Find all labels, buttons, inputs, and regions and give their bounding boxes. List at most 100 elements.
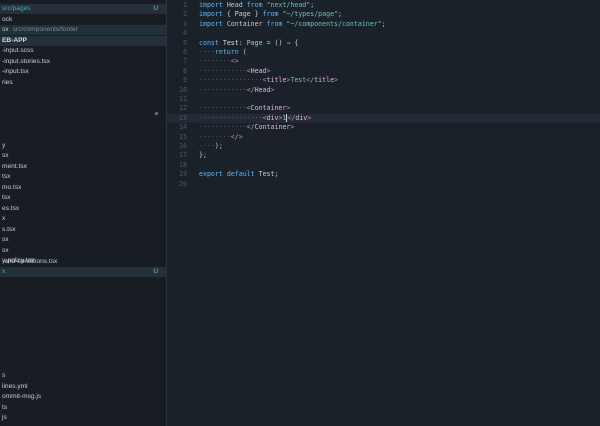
sidebar-file-label [0,131,2,138]
sidebar-file-row[interactable]: ock [0,15,166,25]
sidebar-file-row[interactable]: xU [0,267,166,277]
line-number: 11 [179,95,187,103]
code-line[interactable]: }; [199,151,207,160]
code-line[interactable]: import Head from "next/head"; [199,1,314,10]
sidebar-file-row[interactable]: es.tsx [0,204,166,214]
sidebar-file-label: -and-conditions.tsx [2,258,58,265]
code-line[interactable]: ················<title>Test</title> [199,76,338,85]
sidebar-file-label: lines.yml [2,382,28,390]
sidebar-file-row[interactable]: src/pages U [0,4,166,14]
sidebar-file-row[interactable] [0,120,166,130]
sidebar-file-label: src/pages [2,5,31,12]
sidebar-file-label: es.tsx [2,204,20,212]
sidebar-file-row[interactable]: -and-conditions.tsx [0,257,166,267]
sidebar-file-label: sx [2,152,9,159]
sidebar-file-row[interactable]: lines.yml [0,382,166,392]
sidebar-file-row[interactable] [0,99,166,109]
code-editor[interactable]: 1 import Head from "next/head"; 2 import { … [167,0,600,426]
sidebar-file-label: mo.tsx [2,183,22,191]
line-number: 1 [183,1,187,9]
code-line[interactable]: ················<div>1</div> [199,113,311,123]
sidebar-file-label: sx [2,246,9,254]
sidebar-file-row[interactable] [0,88,166,98]
code-line[interactable]: ····); [199,142,223,151]
line-number: 7 [183,57,187,66]
sidebar-file-label: tsx [2,194,11,201]
sidebar-file-label [0,121,2,128]
code-line[interactable]: ············</Head> [199,86,274,95]
sidebar-file-label: js [2,414,7,422]
line-number: 9 [183,76,187,85]
sidebar-file-label [0,89,2,96]
sidebar-file-label: -input.tsx [2,68,29,75]
sidebar-file-row[interactable]: tsx [0,193,166,203]
sidebar-file-row[interactable]: ommit-msg.js [0,392,166,402]
sidebar-file-row[interactable]: sx [0,246,166,256]
sidebar-file-label [0,100,2,107]
sidebar-file-row[interactable]: -input.scss [0,46,166,56]
line-number: 3 [183,19,187,28]
sidebar-file-row[interactable]: ment.tsx [0,162,166,172]
sidebar-file-row[interactable]: sx [0,151,166,161]
git-status-untracked-badge: U [153,5,158,12]
line-number: 16 [179,142,187,150]
sidebar-file-label: -input.scss [2,47,34,54]
sidebar-file-row[interactable]: ries [0,78,166,88]
code-line[interactable]: ············<Container> [199,104,290,113]
code-line[interactable]: ····return ( [199,48,247,57]
sidebar-file-row[interactable]: s [0,371,166,381]
sidebar-file-label: EB-APP [2,36,27,44]
sidebar-file-label [0,110,2,117]
code-line[interactable]: ············<Head> [199,67,271,76]
code-line[interactable]: ········<> [199,57,239,66]
code-line[interactable]: ········</> [199,133,243,142]
sidebar-file-row[interactable]: sx src/components/footer [0,25,166,35]
sidebar-file-row[interactable]: mo.tsx [0,183,166,193]
sidebar-file-row[interactable]: -input.stories.tsx [0,57,166,67]
sidebar-file-label: y [2,141,6,149]
line-number: 20 [179,179,187,188]
sidebar-file-label: tsx [2,173,11,180]
sidebar-file-row[interactable]: ts [0,403,166,413]
sidebar-file-label: -input.stories.tsx [2,57,51,65]
sidebar-file-row[interactable] [0,109,166,119]
line-number: 6 [183,48,187,56]
code-line[interactable]: import Container from "~/components/cont… [199,20,386,29]
code-line[interactable]: import { Page } from "~/types/page"; [199,10,342,19]
sidebar-file-label: s.tsx [2,225,16,233]
sidebar-file-label: sx [2,26,9,33]
line-number: 15 [179,132,187,141]
code-line[interactable]: ············</Container> [199,123,294,132]
sidebar-file-row[interactable]: s.tsx [0,225,166,235]
code-line[interactable]: const Test: Page = () ⇒ { [199,39,298,48]
sidebar-file-row[interactable] [0,130,166,140]
line-number: 5 [183,38,187,47]
line-number: 2 [183,10,187,19]
sidebar-file-row[interactable]: js [0,413,166,423]
line-number: 8 [183,66,187,75]
sidebar-file-label: s [2,372,6,379]
sidebar-file-row[interactable]: x [0,214,166,224]
sidebar-file-label: x [2,268,6,275]
line-number: 12 [179,104,187,113]
git-status-untracked-badge: U [153,268,158,275]
sidebar-file-label: ommit-msg.js [2,393,42,401]
sidebar-file-label: ts [2,403,8,411]
line-number: 13 [179,113,187,122]
sidebar-file-row[interactable]: -input.tsx [0,67,166,77]
file-explorer-sidebar: src/pages Uock sx src/components/footer EB-A… [0,0,167,426]
sidebar-file-label: ries [2,78,13,86]
sidebar-file-path: src/components/footer [12,26,78,33]
sidebar-file-row[interactable]: sx [0,235,166,245]
sidebar-file-row[interactable]: y [0,141,166,151]
sidebar-file-label: ock [2,15,13,23]
line-number: 10 [179,85,187,94]
line-number: 14 [179,123,187,132]
sidebar-file-label: ment.tsx [2,162,27,170]
line-number: 19 [179,170,187,179]
sidebar-file-label: sx [2,236,9,243]
code-line[interactable]: export default Test; [199,170,278,179]
sidebar-file-row[interactable]: tsx [0,172,166,182]
sidebar-file-row[interactable]: EB-APP [0,35,166,46]
line-number: 4 [183,29,187,38]
